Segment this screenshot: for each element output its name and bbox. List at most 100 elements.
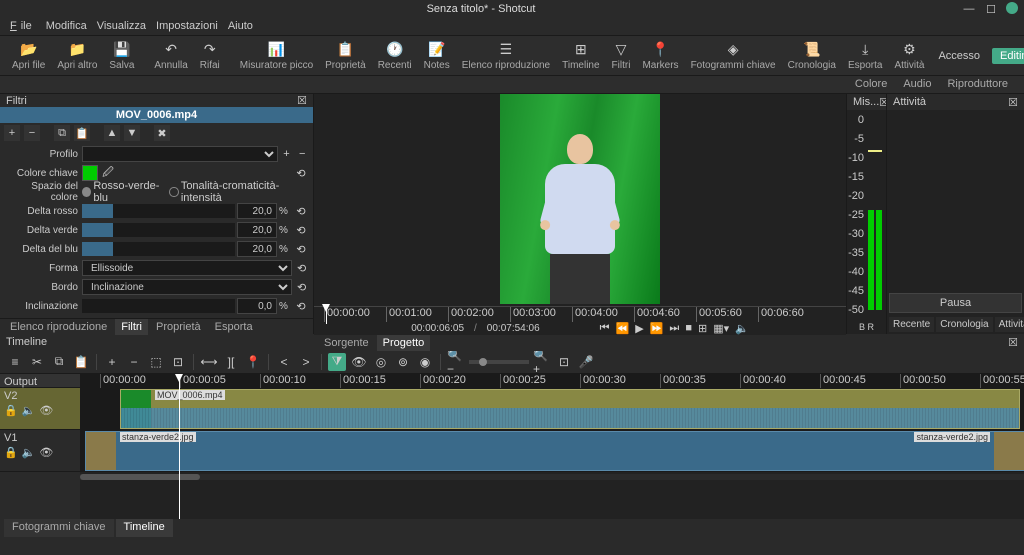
marker-out-icon[interactable]: ][: [222, 353, 240, 371]
timecode-current[interactable]: 00:00:06:05: [411, 323, 464, 334]
split-icon[interactable]: ⟷: [200, 353, 218, 371]
tab-timeline[interactable]: Timeline: [116, 519, 173, 537]
ripple-icon[interactable]: ◎: [372, 353, 390, 371]
tab-jobs[interactable]: Attività: [995, 317, 1024, 332]
preview-viewport[interactable]: [314, 94, 846, 304]
playlist-button[interactable]: ☰Elenco riproduzione: [456, 39, 556, 73]
notes-button[interactable]: 📝Notes: [418, 39, 456, 73]
mute-icon[interactable]: 🔈: [22, 404, 36, 417]
zoom-fit-icon[interactable]: ⊡: [555, 353, 573, 371]
ripple-markers-icon[interactable]: ◉: [416, 353, 434, 371]
save-button[interactable]: 💾Salva: [103, 39, 140, 73]
tab-keyframes[interactable]: Fotogrammi chiave: [4, 519, 114, 537]
color-picker-icon[interactable]: 🖉: [100, 165, 116, 181]
reset-icon[interactable]: ⟲: [294, 279, 309, 295]
mute-icon[interactable]: 🔈: [22, 446, 36, 459]
move-up-button[interactable]: ▲: [104, 125, 120, 141]
hide-icon[interactable]: 👁: [39, 404, 53, 417]
timeline-tracks-area[interactable]: 00:00:0000:00:0500:00:1000:00:1500:00:20…: [80, 374, 1024, 519]
timeline-ruler[interactable]: 00:00:0000:00:0500:00:1000:00:1500:00:20…: [80, 374, 1024, 388]
open-file-button[interactable]: 📂Apri file: [6, 39, 51, 73]
markers-button[interactable]: 📍Markers: [636, 39, 684, 73]
play-icon[interactable]: ▶: [635, 322, 643, 335]
paste-filter-button[interactable]: 📋: [74, 125, 90, 141]
ripple-all-icon[interactable]: ⊚: [394, 353, 412, 371]
paste-icon[interactable]: 📋: [72, 353, 90, 371]
delta-r-input[interactable]: [237, 203, 277, 219]
tab-access[interactable]: Accesso: [930, 48, 988, 64]
close-panel-icon[interactable]: ☒: [1008, 336, 1018, 349]
menu-file[interactable]: File: [6, 18, 40, 35]
tab-properties[interactable]: Proprietà: [150, 319, 207, 335]
profile-select[interactable]: [82, 146, 278, 162]
edge-select[interactable]: Inclinazione: [82, 279, 292, 295]
subtab-color[interactable]: Colore: [849, 76, 893, 93]
delta-b-input[interactable]: [237, 241, 277, 257]
volume-icon[interactable]: 🔈: [735, 322, 749, 335]
tab-source[interactable]: Sorgente: [318, 335, 375, 351]
track-header-v1[interactable]: V1 🔒🔈👁: [0, 430, 80, 472]
clip-mov0006[interactable]: MOV_0006.mp4: [120, 389, 1020, 429]
close-panel-icon[interactable]: ☒: [1008, 96, 1018, 109]
grid-icon[interactable]: ▦▾: [713, 322, 729, 335]
append-icon[interactable]: +: [103, 353, 121, 371]
zoom-slider[interactable]: [469, 360, 529, 364]
hcl-radio[interactable]: Tonalità-cromaticità-intensità: [169, 180, 309, 204]
color-swatch[interactable]: [82, 165, 98, 181]
add-filter-button[interactable]: +: [4, 125, 20, 141]
redo-button[interactable]: ↷Rifai: [194, 39, 226, 73]
slope-input[interactable]: [237, 298, 277, 314]
move-down-button[interactable]: ▼: [124, 125, 140, 141]
deselect-button[interactable]: ✖: [154, 125, 170, 141]
copy-icon[interactable]: ⧉: [50, 353, 68, 371]
menu-view[interactable]: Visualizza: [93, 18, 150, 35]
ffwd-icon[interactable]: ⏩: [650, 322, 664, 335]
jobs-button[interactable]: ⚙Attività: [888, 39, 930, 73]
close-panel-icon[interactable]: ☒: [297, 94, 307, 107]
marker-add-icon[interactable]: 📍: [244, 353, 262, 371]
preview-playhead[interactable]: [326, 304, 327, 324]
menu-edit[interactable]: Modifica: [42, 18, 91, 35]
hide-icon[interactable]: 👁: [39, 446, 53, 459]
tab-project[interactable]: Progetto: [377, 335, 431, 351]
remove-filter-button[interactable]: −: [24, 125, 40, 141]
lock-icon[interactable]: 🔒: [4, 404, 18, 417]
pause-jobs-button[interactable]: Pausa: [889, 293, 1022, 313]
copy-filter-button[interactable]: ⧉: [54, 125, 70, 141]
tab-recent[interactable]: Recente: [889, 317, 934, 332]
timeline-scrollbar[interactable]: [80, 474, 1024, 480]
close-icon[interactable]: [1006, 2, 1018, 14]
minimize-icon[interactable]: —: [962, 2, 976, 16]
zoom-icon[interactable]: ⊞: [698, 322, 707, 335]
menu-settings[interactable]: Impostazioni: [152, 18, 222, 35]
scrub-icon[interactable]: 👁: [350, 353, 368, 371]
delta-b-slider[interactable]: [82, 242, 235, 256]
next-icon[interactable]: >: [297, 353, 315, 371]
delta-r-slider[interactable]: [82, 204, 235, 218]
subtab-audio[interactable]: Audio: [897, 76, 937, 93]
tab-filters[interactable]: Filtri: [115, 319, 148, 335]
delta-g-input[interactable]: [237, 222, 277, 238]
overwrite-icon[interactable]: ⊡: [169, 353, 187, 371]
reset-icon[interactable]: ⟲: [293, 222, 309, 238]
export-button[interactable]: ⤓Esporta: [842, 39, 888, 73]
maximize-icon[interactable]: ☐: [984, 2, 998, 16]
profile-add-button[interactable]: +: [280, 146, 294, 162]
track-v1[interactable]: stanza-verde2.jpg stanza-verde2.jpg: [80, 430, 1024, 472]
cut-icon[interactable]: ✂: [28, 353, 46, 371]
track-v2[interactable]: MOV_0006.mp4: [80, 388, 1024, 430]
snap-icon[interactable]: ⧩: [328, 353, 346, 371]
keyframes-button[interactable]: ◈Fotogrammi chiave: [685, 39, 782, 73]
shape-select[interactable]: Ellissoide: [82, 260, 292, 276]
menu-icon[interactable]: ≡: [6, 353, 24, 371]
tab-export[interactable]: Esporta: [209, 319, 259, 335]
track-header-v2[interactable]: V2 🔒🔈👁: [0, 388, 80, 430]
reset-icon[interactable]: ⟲: [293, 298, 309, 314]
open-other-button[interactable]: 📁Apri altro: [51, 39, 103, 73]
undo-button[interactable]: ↶Annulla: [148, 39, 193, 73]
rgb-radio[interactable]: Rosso-verde-blu: [82, 180, 167, 204]
peak-meter-button[interactable]: 📊Misuratore picco: [234, 39, 319, 73]
reset-icon[interactable]: ⟲: [293, 241, 309, 257]
timeline-playhead[interactable]: [179, 374, 180, 519]
stop-icon[interactable]: ■: [685, 322, 692, 335]
